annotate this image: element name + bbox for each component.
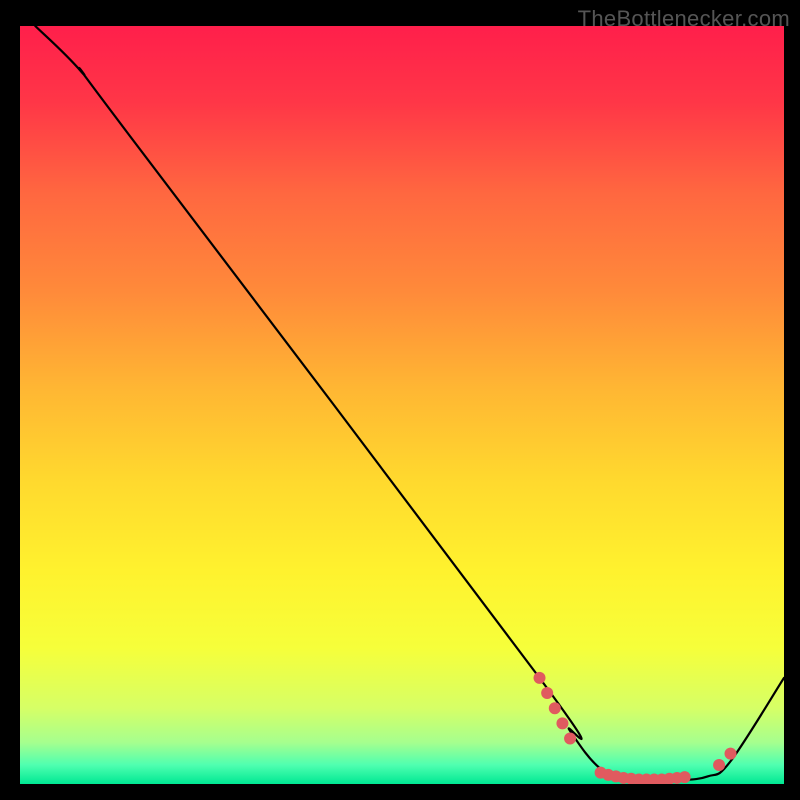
marker-dot [679, 771, 691, 783]
gradient-background [20, 26, 784, 784]
chart-container: TheBottlenecker.com [0, 0, 800, 800]
marker-dot [541, 687, 553, 699]
marker-dot [549, 702, 561, 714]
plot-area [20, 26, 784, 784]
marker-dot [564, 733, 576, 745]
marker-dot [556, 717, 568, 729]
marker-dot [725, 748, 737, 760]
marker-dot [713, 759, 725, 771]
watermark-text: TheBottlenecker.com [578, 6, 790, 32]
bottleneck-curve-chart [20, 26, 784, 784]
marker-dot [534, 672, 546, 684]
